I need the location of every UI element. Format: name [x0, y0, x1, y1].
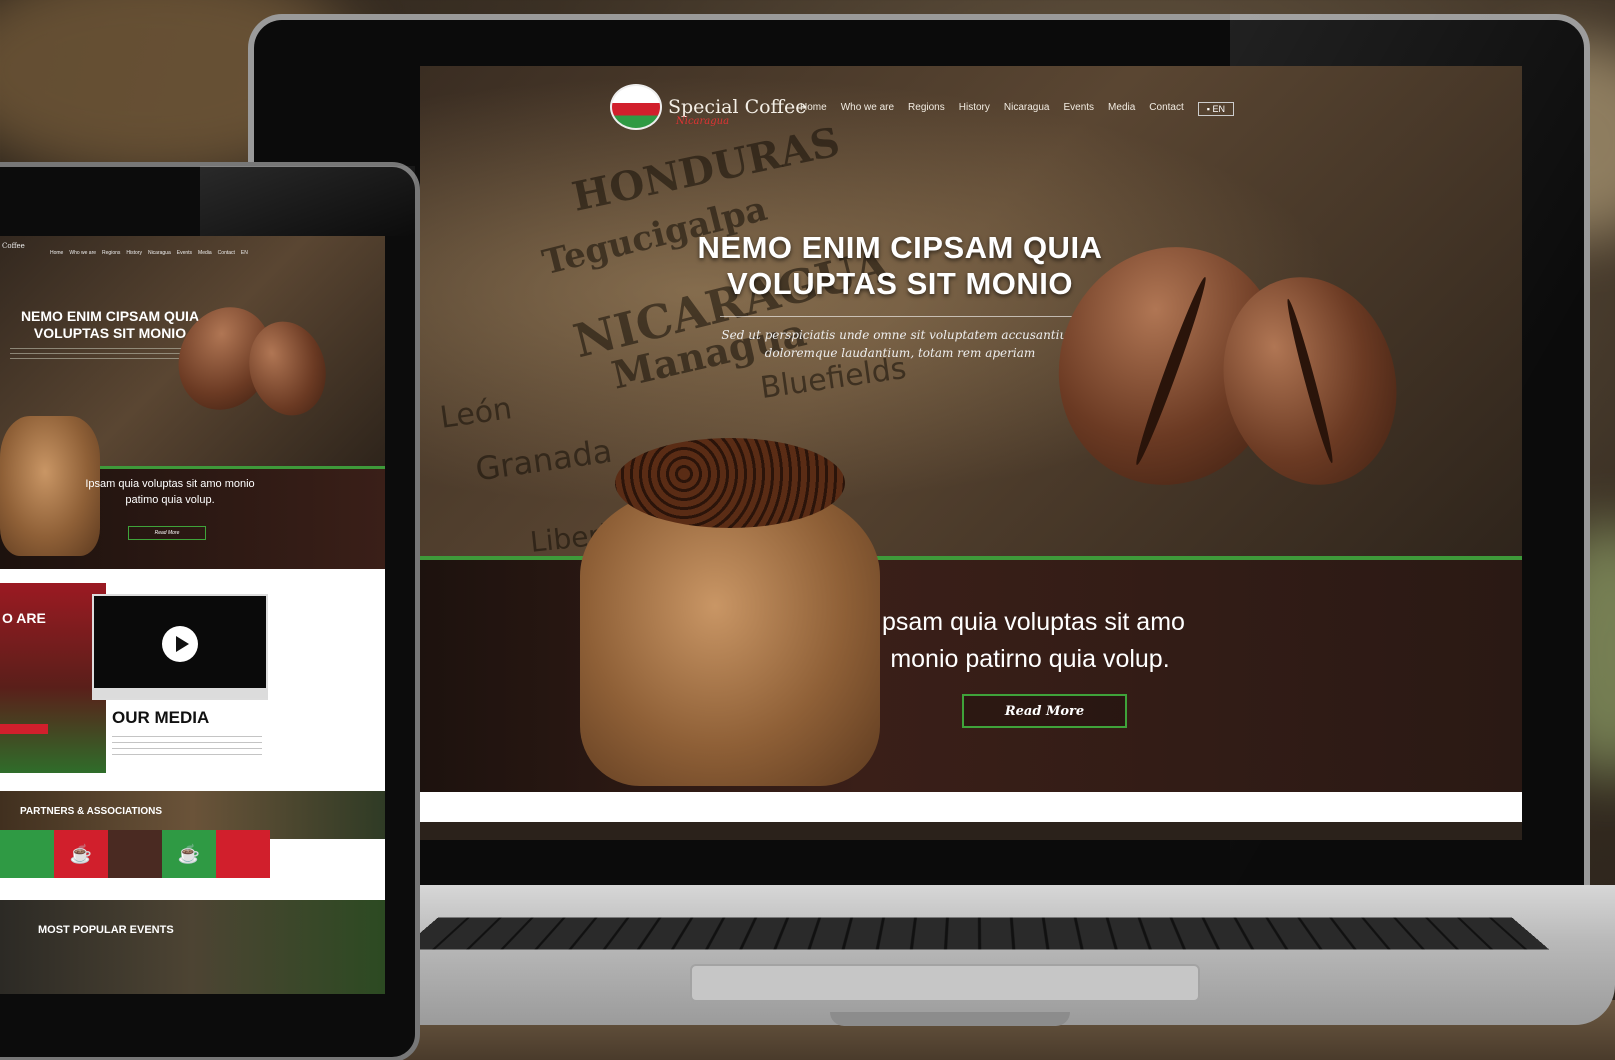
partner-logo[interactable]: ☕: [54, 830, 108, 878]
next-section-strip: [420, 792, 1522, 822]
nav-item-contact[interactable]: Contact: [1149, 102, 1183, 116]
map-label: Granada: [473, 431, 615, 489]
laptop-base: [300, 885, 1615, 1025]
laptop-keyboard: [400, 917, 1550, 950]
nav-item-regions[interactable]: Regions: [908, 102, 945, 116]
nav-item-events[interactable]: Events: [1063, 102, 1094, 116]
who-we-are-title: O ARE: [2, 610, 46, 626]
tablet-nav-item[interactable]: Regions: [102, 250, 120, 256]
tablet-nav-item[interactable]: Home: [50, 250, 63, 256]
nav-item-media[interactable]: Media: [1108, 102, 1135, 116]
map-label: León: [437, 391, 515, 436]
nav-item-who-we-are[interactable]: Who we are: [841, 102, 894, 116]
coffee-sack-image: [580, 486, 880, 786]
partner-cup-icon: ☕: [177, 843, 201, 864]
nav-item-home[interactable]: Home: [800, 102, 827, 116]
nav-item-history[interactable]: History: [959, 102, 990, 116]
hero-title: NEMO ENIM CIPSAM QUIA VOLUPTAS SIT MONIO: [697, 230, 1103, 301]
language-selector[interactable]: ▪ EN: [1197, 102, 1234, 116]
logo-text: Special Coffee: [668, 96, 807, 118]
tablet-nav-item[interactable]: Contact: [218, 250, 235, 256]
play-icon: [175, 636, 189, 652]
nav-item-nicaragua[interactable]: Nicaragua: [1004, 102, 1050, 116]
play-button[interactable]: [162, 626, 198, 662]
partner-logo[interactable]: ☕: [162, 830, 216, 878]
tablet-screen: Coffee Home Who we are Regions History N…: [0, 236, 385, 994]
main-nav: Home Who we are Regions History Nicaragu…: [800, 102, 1234, 116]
laptop-lip: [830, 1012, 1070, 1026]
tablet-nav-item[interactable]: History: [126, 250, 142, 256]
tablet-nav-item[interactable]: Who we are: [69, 250, 96, 256]
laptop-screen: HONDURAS Tegucigalpa NICARAGUA Managua B…: [420, 66, 1522, 840]
partner-cup-icon: ☕: [69, 843, 93, 864]
partner-logos: ☕ ☕: [0, 830, 270, 878]
tablet-read-more-button[interactable]: Read More: [128, 526, 206, 540]
site-logo[interactable]: Special Coffee Nicaragua: [610, 84, 807, 130]
events-banner: [0, 900, 385, 994]
intro-text: Ipsam quia voluptas sit amo monio patirn…: [875, 608, 1185, 673]
partners-title: PARTNERS & ASSOCIATIONS: [20, 806, 163, 817]
tablet-nav: Home Who we are Regions History Nicaragu…: [50, 250, 248, 256]
partner-logo[interactable]: [108, 830, 162, 878]
events-title: MOST POPULAR EVENTS: [38, 924, 174, 936]
coffee-logo-icon: [610, 84, 662, 130]
partner-logo[interactable]: [216, 830, 270, 878]
tablet-nav-item[interactable]: Nicaragua: [148, 250, 171, 256]
tablet-nav-item[interactable]: Events: [177, 250, 192, 256]
who-we-are-button[interactable]: [0, 724, 48, 734]
hero-section: HONDURAS Tegucigalpa NICARAGUA Managua B…: [420, 66, 1522, 566]
media-description: [112, 736, 262, 758]
read-more-button[interactable]: Read More: [962, 694, 1127, 728]
coffee-sack-beans: [615, 438, 845, 528]
hero-divider: [720, 316, 1090, 317]
tablet-nav-item[interactable]: Media: [198, 250, 212, 256]
tablet-intro-text: Ipsam quia voluptas sit amo monio patimo…: [85, 478, 255, 506]
partner-logo[interactable]: [0, 830, 54, 878]
tablet-gloss: [200, 166, 415, 236]
laptop-trackpad: [690, 964, 1200, 1002]
video-controls-bar[interactable]: [92, 688, 268, 698]
media-title: OUR MEDIA: [112, 708, 210, 727]
language-label: EN: [1212, 104, 1225, 114]
tablet-logo[interactable]: Coffee: [2, 242, 25, 250]
hero-subtitle: Sed ut perspiciatis unde omne sit volupt…: [721, 328, 1079, 360]
logo-subtitle: Nicaragua: [676, 116, 730, 127]
tablet-language-selector[interactable]: EN: [241, 250, 248, 256]
